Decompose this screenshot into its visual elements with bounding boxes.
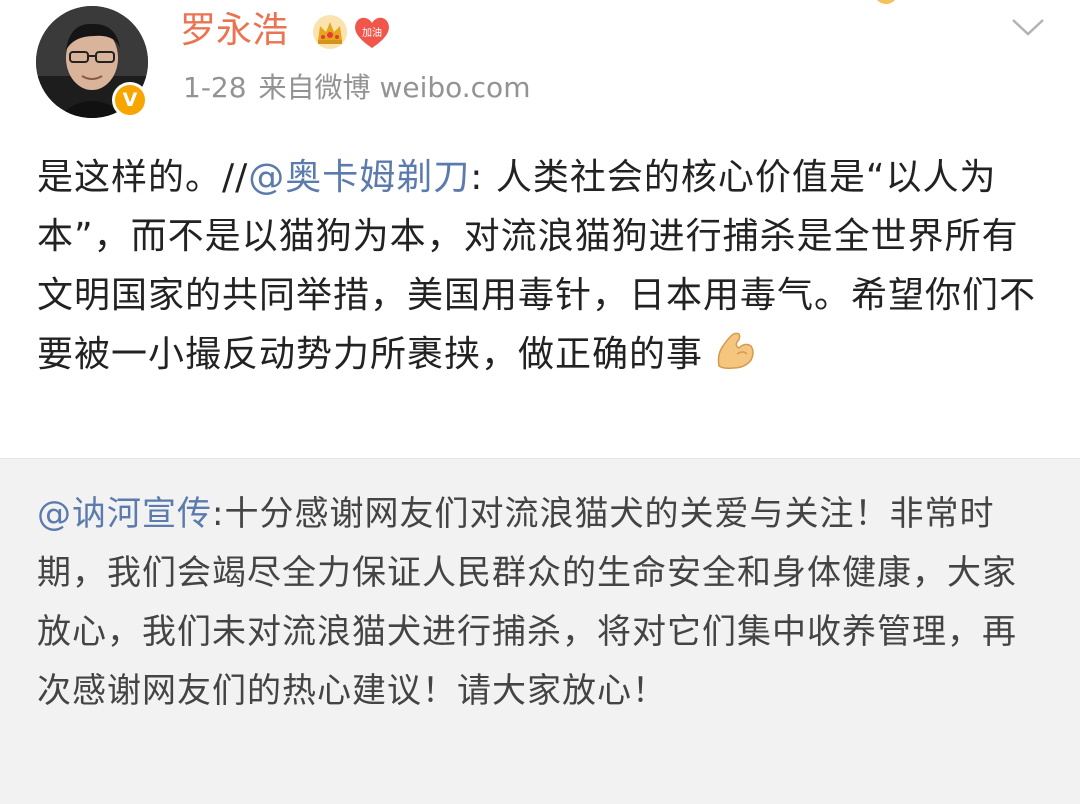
post-meta: 1-28 来自微博 weibo.com bbox=[183, 68, 530, 108]
mention-link[interactable]: @奥卡姆剃刀 bbox=[248, 157, 470, 198]
post-own-text: 是这样的。// bbox=[37, 157, 249, 198]
post-body: 是这样的。//@奥卡姆剃刀: 人类社会的核心价值是“以人为本”，而不是以猫狗为本… bbox=[37, 148, 1047, 384]
chevron-down-icon[interactable] bbox=[1010, 14, 1046, 40]
crown-icon bbox=[313, 15, 347, 49]
post-date: 1-28 bbox=[183, 71, 247, 104]
verified-badge: V bbox=[112, 82, 148, 118]
heart-badge-icon: 加油 bbox=[355, 17, 389, 48]
author-name[interactable]: 罗永浩 bbox=[180, 6, 288, 56]
flexed-biceps-icon bbox=[717, 332, 754, 369]
post-header: V 罗永浩 加油 1-28 来自微博 weibo.com bbox=[0, 0, 1080, 125]
badge-edge-icon bbox=[874, 0, 898, 4]
repost-mention-link[interactable]: @讷河宣传 bbox=[37, 494, 212, 534]
post-source[interactable]: 来自微博 weibo.com bbox=[259, 71, 531, 104]
badge-text: 加油 bbox=[362, 26, 382, 39]
repost-box[interactable]: @讷河宣传:十分感谢网友们对流浪猫犬的关爱与关注！非常时期，我们会竭尽全力保证人… bbox=[0, 458, 1080, 804]
repost-body: @讷河宣传:十分感谢网友们对流浪猫犬的关爱与关注！非常时期，我们会竭尽全力保证人… bbox=[37, 485, 1047, 721]
